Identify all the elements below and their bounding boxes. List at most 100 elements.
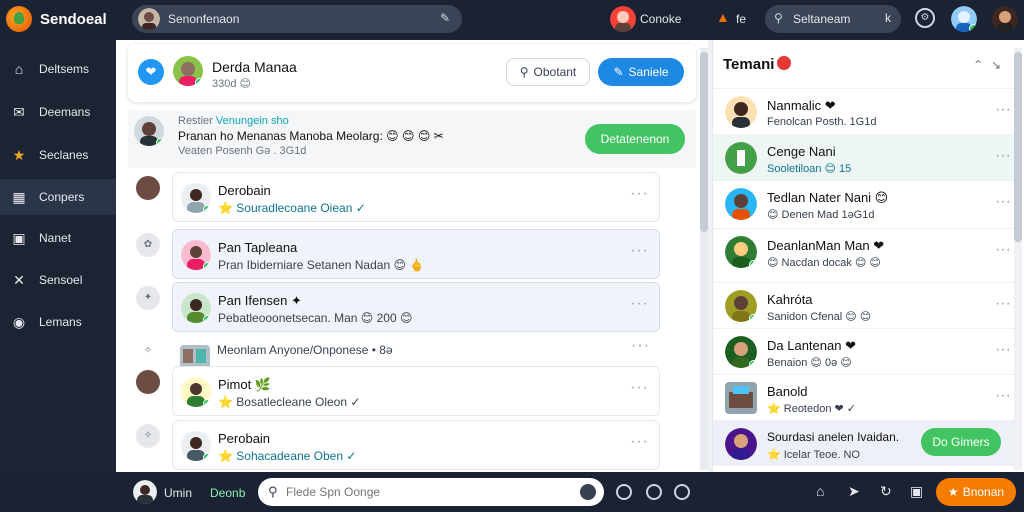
message-preview: ⭐ Bosatlecleane Oleon ✓	[218, 395, 361, 409]
sidebar-item-cards[interactable]: ▣ Nanet	[0, 220, 116, 256]
current-user-status: Deonb	[210, 486, 246, 500]
panel-title: Temani	[723, 56, 775, 73]
global-search[interactable]: Senonfenaon ✎	[132, 5, 462, 33]
more-icon[interactable]: ···	[995, 241, 1011, 259]
online-indicator	[749, 260, 757, 268]
scroll-thumb[interactable]	[700, 52, 708, 232]
attach-icon[interactable]	[646, 484, 662, 500]
heart-icon[interactable]: ❤	[138, 59, 164, 85]
contact-status: ⭐ Reotedon ❤ ✓	[767, 403, 857, 415]
share-icon[interactable]: ↻	[880, 483, 892, 500]
search-icon: ⚲	[519, 65, 529, 79]
clear-icon[interactable]	[580, 484, 596, 500]
list-item[interactable]: Nanmalic ❤ Fenolcan Posth. 1G1d ···	[713, 88, 1017, 134]
chat-icon: ✉	[13, 104, 25, 120]
list-item[interactable]: Banold ⭐ Reotedon ❤ ✓ ···	[713, 374, 1017, 420]
list-item[interactable]: Kahróta Sanidon Cfenal 😊 😊 ···	[713, 282, 1017, 328]
panel-scrollbar[interactable]	[1014, 48, 1022, 470]
list-item[interactable]: Tedlan Nater Nani 😊 😊 Denen Mad 1əG1d ··…	[713, 180, 1017, 226]
contact-name: Banold	[767, 384, 808, 399]
list-item[interactable]: ✧ Perobain ⭐ Sohacadeane Oben ✓ ···	[116, 420, 696, 472]
secondary-search-text: Seltaneam	[793, 12, 851, 26]
more-icon[interactable]: ···	[995, 387, 1011, 405]
avatar[interactable]	[173, 56, 203, 86]
sidebar-item-label: Deltsems	[39, 62, 90, 76]
scroll-thumb[interactable]	[1014, 52, 1022, 242]
avatar[interactable]	[951, 6, 977, 32]
collapse-icon[interactable]: ↘	[991, 58, 1001, 72]
primary-cta-button[interactable]: ★ Bnonan	[936, 478, 1016, 506]
shortcut-key: k	[885, 11, 891, 25]
rocket-icon[interactable]: ➤	[848, 483, 860, 500]
pinned-action-button[interactable]: Detatenenon	[585, 124, 685, 154]
user-avatar[interactable]	[610, 6, 636, 32]
avatar	[181, 240, 211, 270]
list-item[interactable]: Derobain ⭐ Souradlecoane Oiean ✓ ···	[116, 172, 696, 224]
list-item[interactable]: Cenge Nani Sooletiloan 😊 15 ···	[713, 134, 1017, 180]
sidebar-item-world[interactable]: ◉ Lemans	[0, 304, 116, 340]
flame-icon[interactable]: ▲	[716, 9, 730, 25]
more-icon[interactable]: ···	[631, 337, 650, 355]
more-icon[interactable]: ···	[630, 379, 649, 397]
action-button[interactable]: ✎ Saniele	[598, 58, 684, 86]
pinned-message: Restier Venungein sho Pranan ho Menanas …	[128, 110, 696, 168]
panel-action-button[interactable]: Do Gimers	[921, 428, 1001, 456]
search-icon: ⚲	[268, 484, 278, 499]
more-icon[interactable]: ···	[630, 185, 649, 203]
sidebar-item-label: Conpers	[39, 190, 85, 204]
mic-icon[interactable]	[674, 484, 690, 500]
more-icon[interactable]: ···	[995, 295, 1011, 313]
sidebar-item-home[interactable]: ⌂ Deltsems	[0, 51, 116, 87]
more-icon[interactable]: ···	[995, 193, 1011, 211]
contact-status: 😊 Nacdan docak 😊 😊	[767, 257, 881, 269]
avatar[interactable]	[992, 6, 1018, 32]
settings-icon[interactable]: ⚙	[915, 8, 935, 28]
emoji-icon[interactable]	[616, 484, 632, 500]
avatar	[725, 428, 757, 460]
contact-status: 😊 Denen Mad 1əG1d	[767, 209, 875, 221]
user-name[interactable]: Conoke	[640, 12, 681, 26]
message-card[interactable]: Derobain ⭐ Souradlecoane Oiean ✓ ···	[172, 172, 660, 222]
more-icon[interactable]: ···	[995, 101, 1011, 119]
edit-icon[interactable]: ✎	[440, 11, 450, 25]
avatar[interactable]	[133, 480, 157, 504]
main-scrollbar[interactable]	[700, 48, 708, 470]
avatar	[725, 96, 757, 128]
list-item[interactable]: Da Lantenan ❤ Benaion 😊 0ə 😊 ···	[713, 328, 1017, 374]
list-item[interactable]: DeanlanMan Man ❤ 😊 Nacdan docak 😊 😊 ···	[713, 228, 1017, 274]
sidebar-item-label: Deemans	[39, 105, 91, 119]
secondary-search[interactable]: ⚲ Seltaneam k	[765, 5, 901, 33]
sidebar-item-contacts[interactable]: ▦ Conpers	[0, 179, 116, 215]
contact-name: Sourdasi anelen Ivaidan.	[767, 430, 900, 444]
message-author: Perobain	[218, 431, 271, 446]
search-button[interactable]: ⚲ Obotant	[506, 58, 590, 86]
message-card[interactable]: Pan Ifensen ✦ Pebatleooonetsecan. Man 😊 …	[172, 282, 660, 332]
message-card[interactable]: Pan Tapleana Pran Ibiderniare Setanen Na…	[172, 229, 660, 279]
contact-name: Kahróta	[767, 292, 813, 307]
reaction-icon: ✿	[136, 233, 160, 257]
avatar	[136, 370, 160, 394]
image-icon[interactable]: ▣	[910, 483, 923, 500]
message-card[interactable]: Pimot 🌿 ⭐ Bosatlecleane Oleon ✓ ···	[172, 366, 660, 416]
conversation-header: ❤ Derda Manaa 330d 😊 ⚲ Obotant ✎ Saniele	[128, 44, 696, 102]
more-icon[interactable]: ···	[995, 341, 1011, 359]
message-input[interactable]	[286, 483, 556, 501]
sidebar-item-badges[interactable]: ★ Seclanes	[0, 137, 116, 173]
online-indicator	[203, 315, 211, 323]
more-icon[interactable]: ···	[630, 433, 649, 451]
home-icon[interactable]: ⌂	[816, 483, 824, 499]
list-item[interactable]: ✿ Pan Tapleana Pran Ibiderniare Setanen …	[116, 229, 696, 281]
message-composer[interactable]: ⚲	[258, 478, 604, 506]
more-icon[interactable]: ···	[995, 147, 1011, 165]
more-icon[interactable]: ···	[630, 242, 649, 260]
app-logo-icon[interactable]	[6, 6, 32, 32]
message-card[interactable]: Perobain ⭐ Sohacadeane Oben ✓ ···	[172, 420, 660, 470]
list-item[interactable]: Pimot 🌿 ⭐ Bosatlecleane Oleon ✓ ···	[116, 366, 696, 418]
list-item[interactable]: ✦ Pan Ifensen ✦ Pebatleooonetsecan. Man …	[116, 282, 696, 334]
online-indicator	[749, 360, 757, 368]
sidebar-item-tools[interactable]: ✕ Sensoel	[0, 262, 116, 298]
avatar[interactable]	[134, 116, 164, 146]
sidebar-item-messages[interactable]: ✉ Deemans	[0, 94, 116, 130]
more-icon[interactable]: ···	[630, 295, 649, 313]
chevron-up-icon[interactable]: ⌃	[973, 58, 983, 72]
